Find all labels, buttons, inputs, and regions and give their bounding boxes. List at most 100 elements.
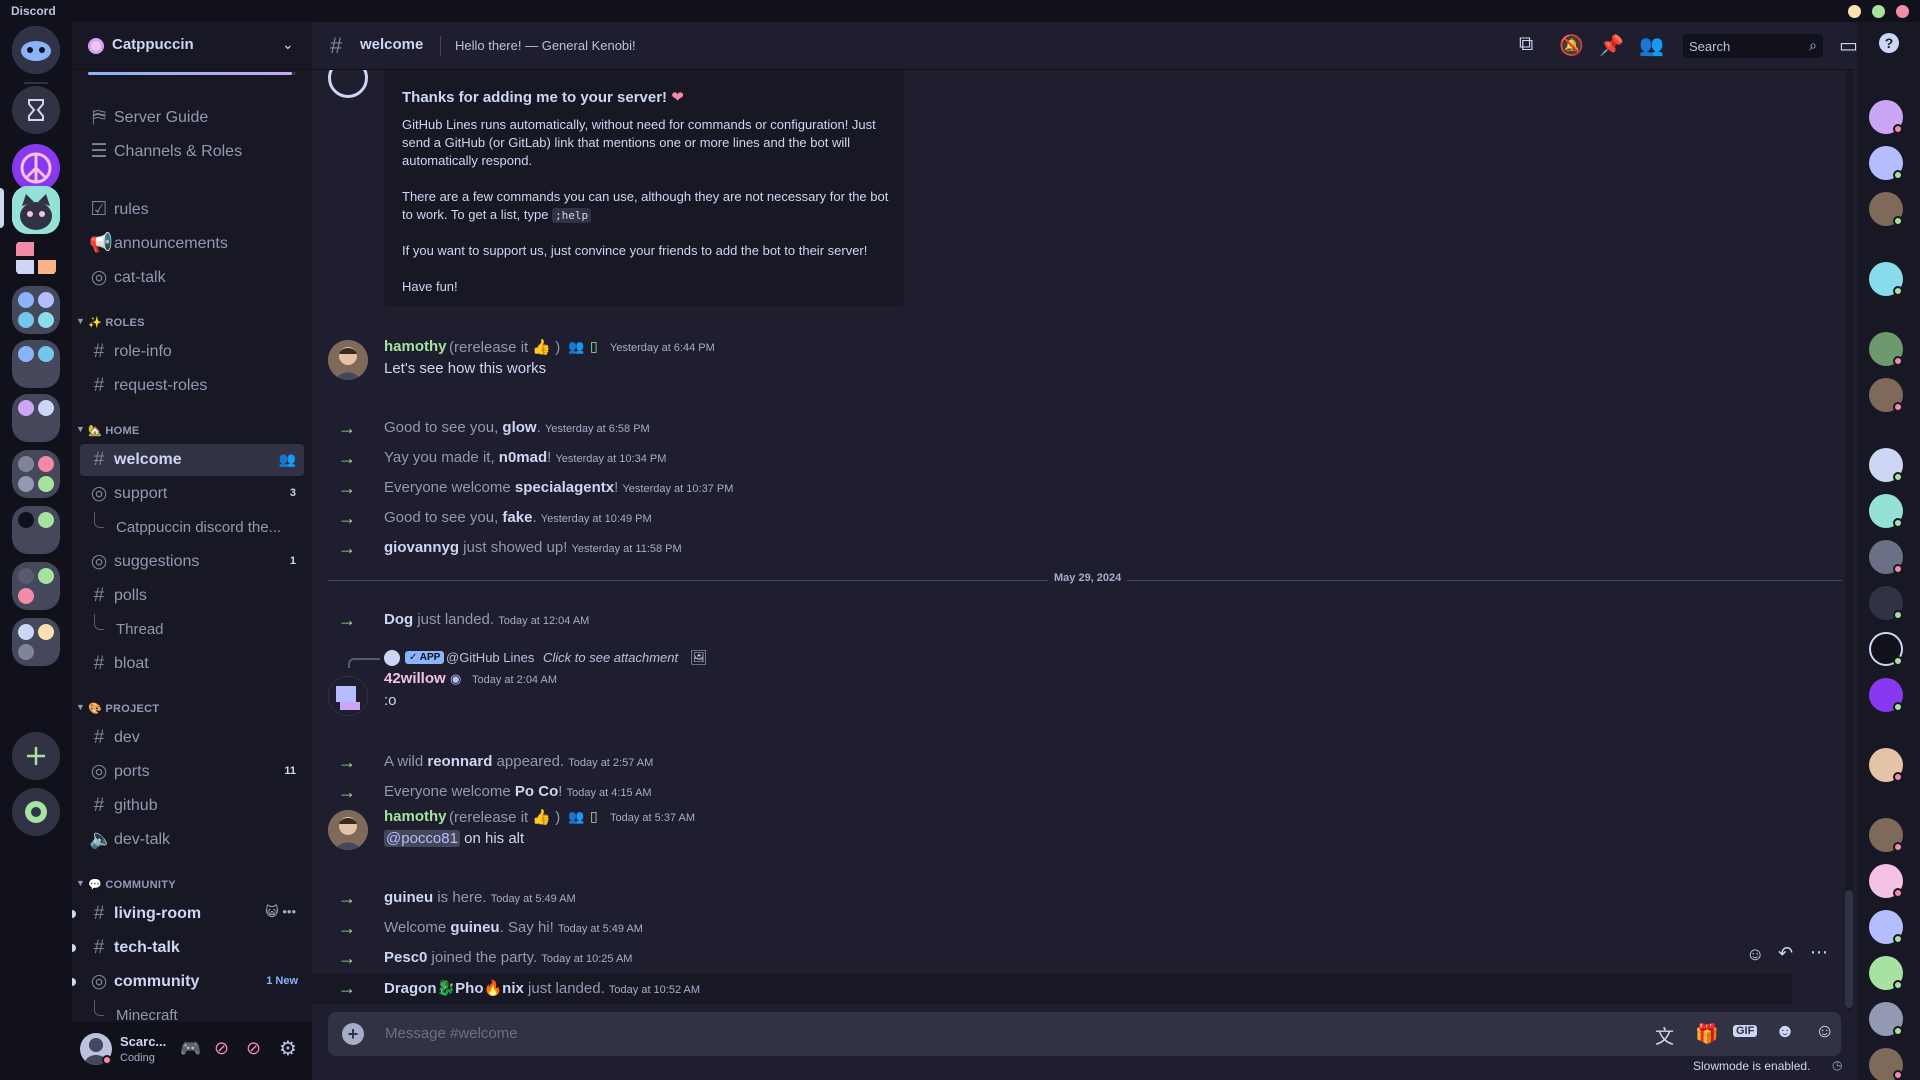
reply-username[interactable]: @GitHub Lines <box>446 650 534 665</box>
avatar[interactable] <box>328 340 368 380</box>
notification-bell-icon[interactable]: 🔕 <box>1559 33 1584 58</box>
channel-dev[interactable]: # dev <box>80 722 304 754</box>
category-roles[interactable]: ▼ ✨ ROLES <box>72 312 312 332</box>
more-options-icon[interactable]: ⋯ <box>1810 942 1828 963</box>
member-name[interactable]: glow <box>502 419 536 436</box>
timestamp[interactable]: Today at 2:57 AM <box>568 757 653 769</box>
channel-role-info[interactable]: # role-info <box>80 336 304 368</box>
sticker-icon[interactable]: ☻ <box>1775 1021 1795 1043</box>
channel-polls[interactable]: # polls <box>80 580 304 612</box>
member-name[interactable]: Dragon🐉Pho🔥nix <box>384 980 524 997</box>
upload-plus-icon[interactable]: + <box>342 1023 364 1045</box>
member-name[interactable]: Pesc0 <box>384 949 427 966</box>
server-folder-1-icon[interactable] <box>12 286 60 334</box>
mute-microphone-icon[interactable]: ⊘ <box>214 1038 229 1059</box>
translate-icon[interactable]: 文 <box>1655 1022 1674 1049</box>
channel-suggestions[interactable]: ◎ suggestions 1 <box>80 546 304 578</box>
help-icon[interactable]: ? <box>1879 33 1899 53</box>
channel-welcome[interactable]: # welcome 👥 <box>80 444 304 476</box>
pin-icon[interactable]: 📌 <box>1599 33 1624 58</box>
channel-github[interactable]: # github <box>80 790 304 822</box>
timestamp[interactable]: Today at 12:04 AM <box>498 615 589 627</box>
gift-icon[interactable]: 🎁 <box>1695 1022 1719 1046</box>
timestamp[interactable]: Yesterday at 6:44 PM <box>610 342 715 354</box>
gamepad-icon[interactable]: 🎮 <box>180 1039 201 1059</box>
member-list-icon[interactable]: 👥 <box>1639 33 1664 58</box>
channel-ports[interactable]: ◎ ports 11 <box>80 756 304 788</box>
channels-roles-item[interactable]: ☰ Channels & Roles <box>80 136 304 168</box>
channel-cat-talk[interactable]: ◎ cat-talk <box>80 262 304 294</box>
member-name[interactable]: n0mad <box>499 449 547 466</box>
scrollbar[interactable] <box>1845 70 1853 1010</box>
avatar[interactable] <box>328 676 368 716</box>
chevron-down-icon[interactable]: ⌄ <box>282 36 294 53</box>
member-name[interactable]: fake <box>502 509 532 526</box>
server-folder-4-icon[interactable] <box>12 450 60 498</box>
category-home[interactable]: ▼ 🏡 HOME <box>72 420 312 440</box>
channel-announcements[interactable]: 📢 announcements <box>80 228 304 260</box>
reply-preview[interactable]: Click to see attachment <box>543 650 678 665</box>
timestamp[interactable]: Yesterday at 10:49 PM <box>541 513 652 525</box>
server-folder-5-icon[interactable] <box>12 506 60 554</box>
hourglass-icon[interactable] <box>12 86 60 134</box>
channel-rules[interactable]: ☑ rules <box>80 194 304 226</box>
server-guide-item[interactable]: ⛿ Server Guide <box>80 102 304 134</box>
thread-catppuccin-discord[interactable]: Catppuccin discord the... <box>80 512 304 544</box>
channel-community[interactable]: ◎ community 1 New <box>72 966 304 998</box>
timestamp[interactable]: Today at 10:52 AM <box>609 984 700 996</box>
timestamp[interactable]: Today at 4:15 AM <box>567 787 652 799</box>
user-mention[interactable]: @pocco81 <box>384 830 460 847</box>
member-name[interactable]: guineu <box>384 889 433 906</box>
category-community[interactable]: ▼ 💬 COMMUNITY <box>72 874 312 894</box>
timestamp[interactable]: Yesterday at 6:58 PM <box>545 423 650 435</box>
emoji-icon[interactable]: ☺ <box>1815 1021 1834 1043</box>
add-reaction-icon[interactable]: ☺ <box>1746 944 1764 965</box>
gif-icon[interactable]: GIF <box>1733 1025 1758 1037</box>
member-name[interactable]: guineu <box>450 919 499 936</box>
timestamp[interactable]: Yesterday at 10:37 PM <box>622 483 733 495</box>
discover-servers-icon[interactable] <box>12 788 60 836</box>
threads-icon[interactable]: ⧉ <box>1519 33 1533 56</box>
scrollbar-thumb[interactable] <box>1845 890 1853 1008</box>
search-input[interactable]: Search ⌕ <box>1683 34 1823 58</box>
member-name[interactable]: Po Co <box>515 783 558 800</box>
channel-topic[interactable]: Hello there! — General Kenobi! <box>455 38 636 53</box>
channel-support[interactable]: ◎ support 3 <box>80 478 304 510</box>
channel-living-room[interactable]: # living-room 😺 ••• <box>72 898 304 930</box>
server-catppuccin-icon[interactable] <box>12 186 60 234</box>
deafen-icon[interactable]: ⊘ <box>246 1038 261 1059</box>
timestamp[interactable]: Today at 5:49 AM <box>491 893 576 905</box>
timestamp[interactable]: Today at 5:49 AM <box>558 923 643 935</box>
member-name[interactable]: giovannyg <box>384 539 459 556</box>
server-peace-icon[interactable] <box>12 144 60 192</box>
maximize-button[interactable] <box>1872 5 1885 18</box>
server-header[interactable]: Catppuccin ⌄ <box>72 22 312 70</box>
server-folder-7-icon[interactable] <box>12 618 60 666</box>
server-folder-3-icon[interactable] <box>12 394 60 442</box>
thread-thread[interactable]: Thread <box>80 614 304 646</box>
settings-gear-icon[interactable]: ⚙ <box>279 1036 297 1061</box>
channel-dev-talk[interactable]: 🔈 dev-talk <box>80 824 304 856</box>
channel-tech-talk[interactable]: # tech-talk <box>72 932 304 964</box>
server-folder-2-icon[interactable] <box>12 340 60 388</box>
reply-icon[interactable]: ↶ <box>1778 943 1793 964</box>
minimize-button[interactable] <box>1848 5 1861 18</box>
message-username[interactable]: hamothy <box>384 808 447 825</box>
close-button[interactable] <box>1896 5 1909 18</box>
category-project[interactable]: ▼ 🎨 PROJECT <box>72 698 312 718</box>
invite-member-icon[interactable]: 👥 <box>279 451 296 468</box>
message-username[interactable]: 42willow <box>384 670 446 687</box>
timestamp[interactable]: Yesterday at 10:34 PM <box>555 453 666 465</box>
member-name[interactable]: reonnard <box>427 753 492 770</box>
message-username[interactable]: hamothy <box>384 338 447 355</box>
server-text-logo-icon[interactable] <box>12 234 60 282</box>
server-folder-6-icon[interactable] <box>12 562 60 610</box>
add-server-icon[interactable] <box>12 732 60 780</box>
channel-bloat[interactable]: # bloat <box>80 648 304 680</box>
member-name[interactable]: Dog <box>384 611 413 628</box>
timestamp[interactable]: Today at 2:04 AM <box>472 674 557 686</box>
direct-messages-icon[interactable] <box>12 26 60 74</box>
channel-request-roles[interactable]: # request-roles <box>80 370 304 402</box>
inbox-icon[interactable]: ▭ <box>1839 33 1858 58</box>
timestamp[interactable]: Today at 5:37 AM <box>610 812 695 824</box>
